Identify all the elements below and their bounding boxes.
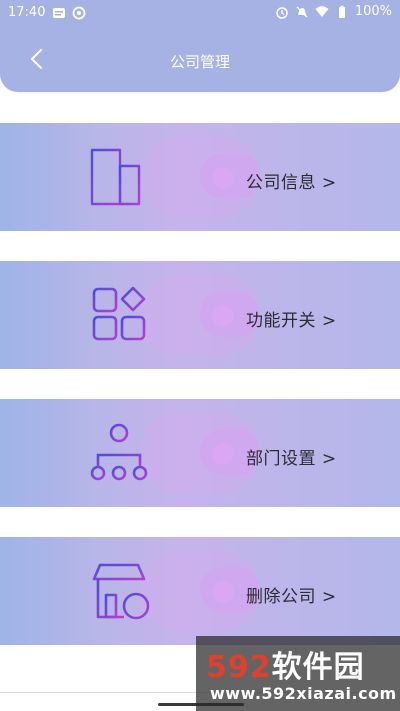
menu-item-department-settings[interactable]: 部门设置 > xyxy=(0,399,400,507)
building-icon xyxy=(87,148,144,206)
header-bar: 17:40 100% 公司管理 xyxy=(0,0,400,92)
menu-item-feature-toggles[interactable]: 功能开关 > xyxy=(0,261,400,369)
menu-item-label: 功能开关 > xyxy=(246,311,337,331)
status-time: 17:40 xyxy=(8,5,46,20)
menu-item-label: 公司信息 > xyxy=(246,173,337,193)
notification-icon xyxy=(53,8,65,18)
battery-icon xyxy=(338,5,345,18)
sync-icon xyxy=(72,6,86,20)
watermark-brand-text: 软件园 xyxy=(271,650,365,685)
watermark-brand: 592软件园 xyxy=(206,642,365,686)
watermark-brand-number: 592 xyxy=(206,650,272,685)
org-tree-icon xyxy=(90,423,148,481)
watermark: 592软件园 www.592xiazai.com xyxy=(196,636,400,711)
battery-level: 100% xyxy=(354,4,392,19)
watermark-url: www.592xiazai.com xyxy=(210,684,397,703)
mute-icon xyxy=(296,5,308,18)
wifi-icon xyxy=(315,5,329,17)
store-remove-icon xyxy=(92,563,150,620)
status-bar: 17:40 100% xyxy=(0,0,400,26)
page-title: 公司管理 xyxy=(169,53,230,71)
alarm-icon xyxy=(276,6,288,19)
menu-item-delete-company[interactable]: 删除公司 > xyxy=(0,537,400,645)
menu-item-company-info[interactable]: 公司信息 > xyxy=(0,123,400,231)
apps-grid-icon xyxy=(92,286,146,341)
menu-item-label: 部门设置 > xyxy=(246,449,337,469)
menu-item-label: 删除公司 > xyxy=(246,587,337,607)
